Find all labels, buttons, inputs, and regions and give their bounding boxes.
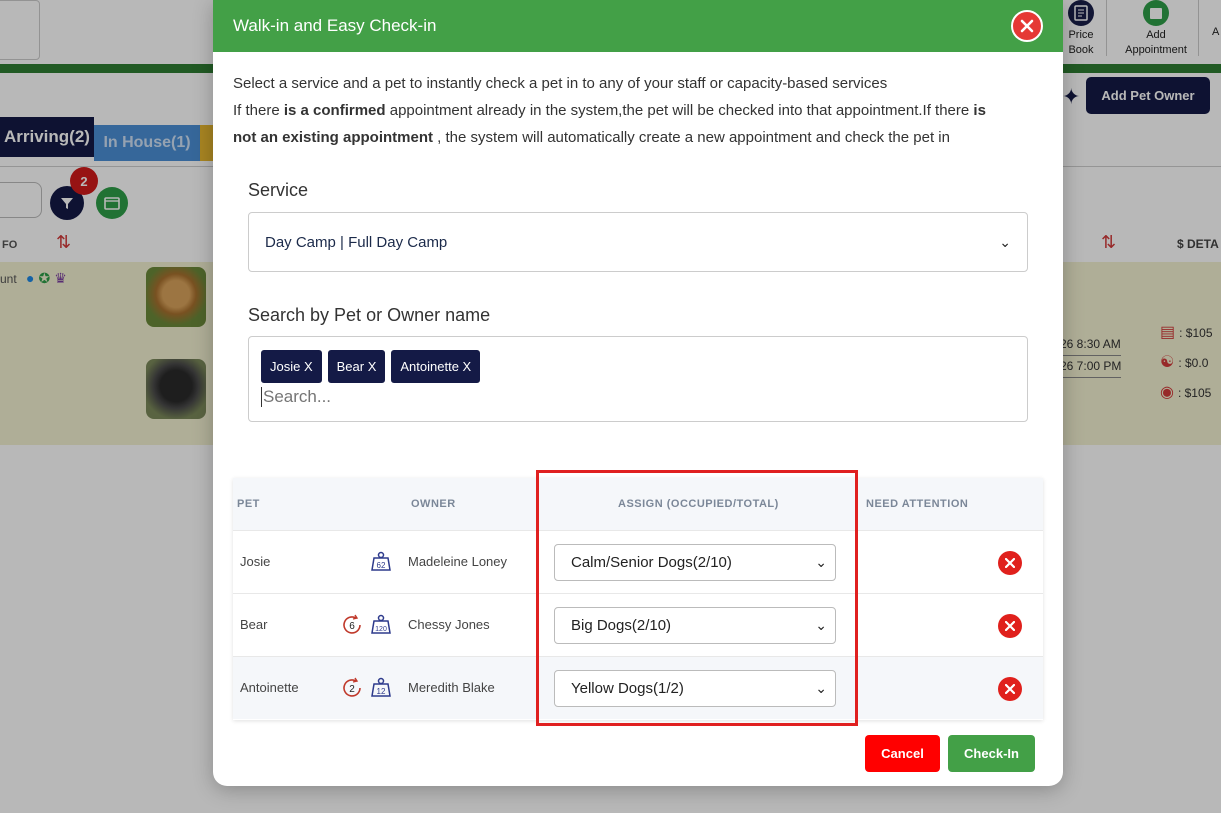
close-button[interactable]	[1011, 10, 1043, 42]
visit-count: 6	[349, 621, 355, 632]
pet-name: Bear	[240, 617, 268, 632]
header-need-attention: NEED ATTENTION	[866, 498, 969, 510]
modal-title: Walk-in and Easy Check-in	[233, 16, 437, 35]
owner-name: Madeleine Loney	[408, 554, 508, 569]
close-icon	[1005, 621, 1015, 631]
selected-pets: Josie X Bear X Antoinette X	[261, 350, 1015, 383]
assign-select[interactable]: Calm/Senior Dogs(2/10) ⌄	[554, 544, 836, 581]
assign-value: Yellow Dogs(1/2)	[571, 680, 684, 697]
chevron-down-icon: ⌄	[815, 554, 827, 570]
weight-icon: 62	[371, 551, 391, 571]
close-icon	[1020, 19, 1034, 33]
owner-name: Chessy Jones	[408, 617, 490, 632]
pet-chip-josie[interactable]: Josie X	[261, 350, 322, 383]
visit-count-icon: 2	[343, 677, 361, 697]
remove-pet-button[interactable]	[998, 677, 1022, 701]
search-label: Search by Pet or Owner name	[248, 305, 491, 325]
table-row: Bear 6 120 Chessy Jones Big Dogs(2/10) ⌄	[233, 593, 1043, 656]
pet-chip-bear[interactable]: Bear X	[327, 350, 386, 383]
intro-line-3: not an existing appointment , the system…	[233, 129, 950, 146]
header-pet: PET	[237, 498, 260, 510]
visit-count-icon: 6	[343, 614, 361, 634]
search-input[interactable]	[261, 387, 561, 407]
assign-value: Big Dogs(2/10)	[571, 617, 672, 634]
service-select[interactable]: Day Camp | Full Day Camp ⌄	[248, 212, 1028, 272]
table-row: Josie 62 Madeleine Loney Calm/Senior Dog…	[233, 530, 1043, 593]
table-header: PET OWNER ASSIGN (OCCUPIED/TOTAL) NEED A…	[233, 478, 1043, 530]
assign-value: Calm/Senior Dogs(2/10)	[571, 554, 732, 571]
walk-in-checkin-modal: Walk-in and Easy Check-in Select a servi…	[213, 0, 1063, 786]
intro-line-2: If there is a confirmed appointment alre…	[233, 102, 986, 119]
check-in-button[interactable]: Check-In	[948, 735, 1035, 772]
intro-line-1: Select a service and a pet to instantly …	[233, 75, 888, 92]
remove-pet-button[interactable]	[998, 551, 1022, 575]
cancel-button[interactable]: Cancel	[865, 735, 940, 772]
chevron-down-icon: ⌄	[815, 617, 827, 633]
pet-chip-antoinette[interactable]: Antoinette X	[391, 350, 481, 383]
pet-name: Josie	[240, 554, 271, 569]
visit-count: 2	[349, 684, 355, 695]
weight-value: 120	[375, 626, 387, 633]
checkin-table: PET OWNER ASSIGN (OCCUPIED/TOTAL) NEED A…	[233, 478, 1043, 720]
pet-owner-search[interactable]: Josie X Bear X Antoinette X	[248, 336, 1028, 422]
weight-icon: 120	[371, 614, 391, 634]
close-icon	[1005, 558, 1015, 568]
service-value: Day Camp | Full Day Camp	[265, 233, 448, 251]
weight-value: 12	[377, 687, 386, 696]
chevron-down-icon: ⌄	[999, 233, 1011, 250]
assign-select[interactable]: Big Dogs(2/10) ⌄	[554, 607, 836, 644]
service-label: Service	[248, 180, 309, 200]
table-row: Antoinette 2 12 Meredith Blake Yellow Do…	[233, 656, 1043, 719]
chevron-down-icon: ⌄	[815, 680, 827, 696]
weight-icon: 12	[371, 677, 391, 697]
modal-header: Walk-in and Easy Check-in	[213, 0, 1063, 52]
owner-name: Meredith Blake	[408, 680, 495, 695]
pet-name: Antoinette	[240, 680, 299, 695]
intro-text: Select a service and a pet to instantly …	[213, 52, 1063, 151]
close-icon	[1005, 684, 1015, 694]
assign-select[interactable]: Yellow Dogs(1/2) ⌄	[554, 670, 836, 707]
header-owner: OWNER	[411, 498, 456, 510]
remove-pet-button[interactable]	[998, 614, 1022, 638]
header-assign: ASSIGN (OCCUPIED/TOTAL)	[618, 498, 779, 510]
weight-value: 62	[377, 561, 386, 570]
